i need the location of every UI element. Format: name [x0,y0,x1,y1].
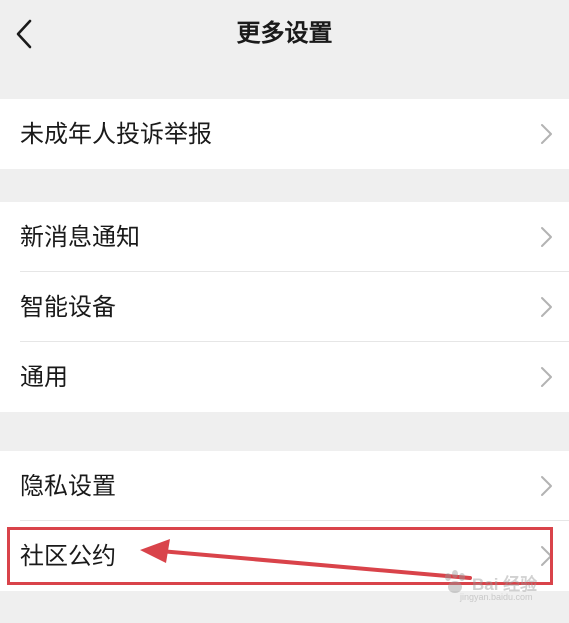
page-title: 更多设置 [236,19,333,47]
chevron-right-icon [539,226,553,248]
settings-item-privacy[interactable]: 隐私设置 [0,451,569,521]
settings-item-new-message-notification[interactable]: 新消息通知 [0,202,569,272]
settings-item-label: 通用 [20,363,68,391]
settings-group-2: 新消息通知 智能设备 通用 [0,202,569,412]
navigation-bar: 更多设置 [0,0,569,68]
settings-item-label: 智能设备 [20,293,116,321]
chevron-right-icon [539,123,553,145]
chevron-right-icon [539,366,553,388]
settings-item-smart-devices[interactable]: 智能设备 [0,272,569,342]
chevron-right-icon [539,296,553,318]
chevron-right-icon [539,475,553,497]
chevron-left-icon [16,19,32,49]
settings-item-label: 隐私设置 [20,472,116,500]
watermark-url: jingyan.baidu.com [460,592,533,602]
settings-item-general[interactable]: 通用 [0,342,569,412]
settings-item-label: 新消息通知 [20,223,140,251]
settings-item-label: 社区公约 [20,542,116,570]
back-button[interactable] [10,14,46,54]
settings-group-1: 未成年人投诉举报 [0,99,569,169]
settings-item-community-guidelines[interactable]: 社区公约 [0,521,569,591]
settings-item-label: 未成年人投诉举报 [20,120,212,148]
settings-item-minor-complaint[interactable]: 未成年人投诉举报 [0,99,569,169]
chevron-right-icon [539,545,553,567]
settings-group-3: 隐私设置 社区公约 [0,451,569,591]
